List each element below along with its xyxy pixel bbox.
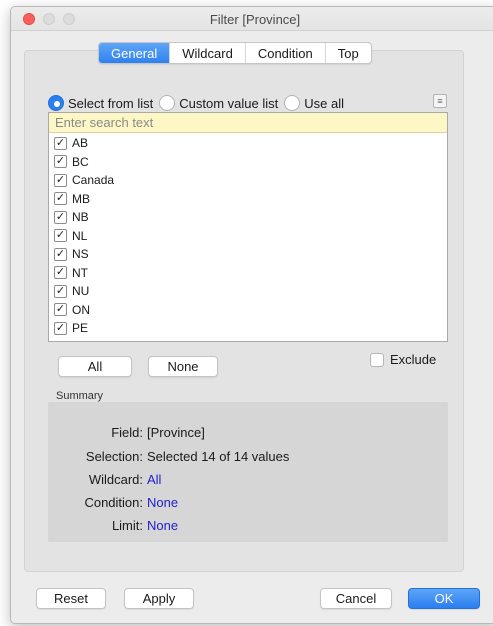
- radio-label: Select from list: [68, 95, 154, 111]
- summary-value: [Province]: [147, 425, 205, 440]
- list-item[interactable]: ✓ NS: [49, 245, 447, 264]
- ok-button[interactable]: OK: [408, 588, 480, 609]
- list-item[interactable]: ✓ ON: [49, 301, 447, 320]
- value-list-items: ✓ AB ✓ BC ✓ Canada ✓ MB ✓ NB ✓ NL ✓ NS ✓ NT ✓ NU …: [49, 133, 447, 338]
- checkbox-checked-icon[interactable]: ✓: [54, 284, 67, 298]
- list-item-label: NB: [72, 210, 89, 225]
- cancel-button[interactable]: Cancel: [320, 588, 392, 609]
- list-item[interactable]: ✓ BC: [49, 153, 447, 172]
- radio-custom-value-list[interactable]: Custom value list: [159, 95, 278, 111]
- checkbox-checked-icon[interactable]: ✓: [54, 192, 67, 206]
- summary-heading: Summary: [56, 390, 104, 402]
- summary-value: Selected 14 of 14 values: [147, 449, 290, 464]
- checkbox-unchecked-icon[interactable]: [370, 352, 384, 367]
- checkbox-checked-icon[interactable]: ✓: [54, 229, 67, 243]
- radio-label: Use all: [304, 95, 344, 111]
- list-item-label: AB: [72, 136, 89, 151]
- window-title: Filter [Province]: [209, 12, 301, 27]
- summary-box: Field: [Province] Selection: Selected 14…: [48, 402, 448, 542]
- checkbox-checked-icon[interactable]: ✓: [54, 155, 67, 169]
- checkbox-checked-icon[interactable]: ✓: [54, 303, 67, 317]
- exclude-checkbox[interactable]: Exclude: [370, 352, 436, 367]
- search-input[interactable]: Enter search text: [49, 113, 447, 133]
- radio-indicator: [284, 95, 301, 111]
- summary-key: Selection:: [85, 449, 143, 464]
- list-item-label: NU: [72, 284, 90, 299]
- list-item-label: PE: [72, 321, 89, 336]
- checkbox-checked-icon[interactable]: ✓: [54, 247, 67, 261]
- radio-select-from-list[interactable]: Select from list: [48, 95, 153, 111]
- list-menu-icon[interactable]: ≡: [433, 94, 447, 108]
- list-item[interactable]: ✓ Canada: [49, 171, 447, 190]
- list-item[interactable]: ✓ MB: [49, 190, 447, 209]
- tab-general[interactable]: General: [99, 43, 171, 63]
- summary-key: Limit:: [111, 518, 143, 533]
- checkbox-checked-icon[interactable]: ✓: [54, 173, 67, 187]
- list-item[interactable]: ✓ NL: [49, 227, 447, 246]
- summary-wildcard-link[interactable]: All: [147, 472, 161, 487]
- checkbox-checked-icon[interactable]: ✓: [54, 136, 67, 150]
- checkbox-checked-icon[interactable]: ✓: [54, 266, 67, 280]
- list-item-label: ON: [72, 302, 90, 317]
- select-all-button[interactable]: All: [58, 356, 132, 377]
- tab-condition[interactable]: Condition: [246, 43, 326, 63]
- list-item[interactable]: ✓ NT: [49, 264, 447, 283]
- summary-condition-link[interactable]: None: [147, 495, 178, 510]
- list-item-label: MB: [72, 191, 90, 206]
- list-item-label: NL: [72, 228, 88, 243]
- summary-key: Field:: [111, 425, 143, 440]
- list-item[interactable]: ✓ AB: [49, 134, 447, 153]
- checkbox-checked-icon[interactable]: ✓: [54, 210, 67, 224]
- list-item-label: NT: [72, 265, 88, 280]
- list-item[interactable]: ✓ NB: [49, 208, 447, 227]
- list-item-label: Canada: [72, 173, 115, 188]
- tab-top[interactable]: Top: [326, 43, 371, 63]
- radio-label: Custom value list: [179, 95, 279, 111]
- radio-selected-indicator: [48, 95, 64, 111]
- list-item[interactable]: ✓ PE: [49, 319, 447, 338]
- radio-indicator: [159, 95, 176, 111]
- checkbox-checked-icon[interactable]: ✓: [54, 321, 67, 335]
- reset-button[interactable]: Reset: [36, 588, 106, 609]
- tab-wildcard[interactable]: Wildcard: [170, 43, 246, 63]
- selection-mode-group: Select from list Custom value list Use a…: [48, 95, 350, 111]
- exclude-label: Exclude: [390, 352, 437, 367]
- list-item-label: NS: [72, 247, 89, 262]
- radio-use-all[interactable]: Use all: [284, 95, 344, 111]
- summary-key: Condition:: [84, 495, 143, 510]
- select-none-button[interactable]: None: [148, 356, 218, 377]
- list-item[interactable]: ✓ NU: [49, 282, 447, 301]
- list-item-label: BC: [72, 154, 89, 169]
- tab-bar: General Wildcard Condition Top: [98, 42, 372, 64]
- apply-button[interactable]: Apply: [124, 588, 194, 609]
- summary-limit-link[interactable]: None: [147, 518, 178, 533]
- value-list: Enter search text ✓ AB ✓ BC ✓ Canada ✓ MB ✓ N…: [48, 112, 448, 342]
- summary-key: Wildcard:: [88, 472, 143, 487]
- title-bar[interactable]: Filter [Province]: [11, 7, 493, 31]
